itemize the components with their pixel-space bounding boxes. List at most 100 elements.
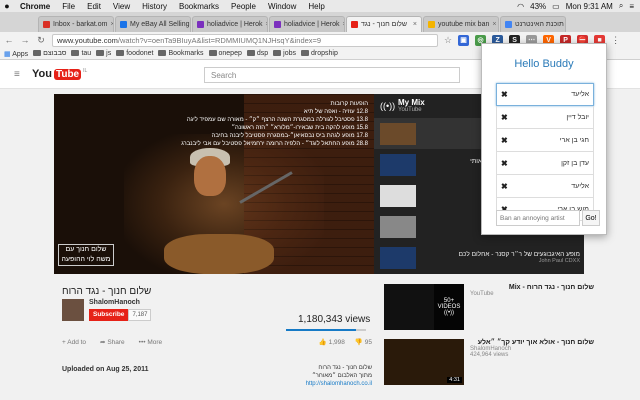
- star-icon[interactable]: ☆: [444, 35, 452, 46]
- bookmark-folder[interactable]: jobs: [273, 50, 296, 57]
- mac-menu-bar: ● Chrome File Edit View History Bookmark…: [0, 0, 640, 12]
- recommended-video[interactable]: 4:31 שלום חנוך - אולא אוך יודע קך״ ״אלע …: [384, 339, 594, 387]
- forward-icon[interactable]: →: [20, 35, 30, 45]
- heroku-icon: [274, 21, 281, 28]
- rating-group: 👍 1,998 👎 95: [319, 338, 372, 346]
- close-icon[interactable]: ×: [343, 21, 344, 28]
- browser-tab-youtube[interactable]: שלום חנוך - נגד ×: [346, 16, 422, 32]
- tab-label: תוכנת האינטרנט: [515, 21, 564, 28]
- menu-edit[interactable]: Edit: [81, 2, 107, 11]
- close-icon[interactable]: ×: [492, 21, 496, 28]
- apple-icon[interactable]: ●: [0, 1, 14, 11]
- bookmark-folder[interactable]: dsp: [246, 50, 269, 57]
- go-button[interactable]: Go!: [582, 210, 600, 226]
- recommended-info: שלום חנוך - נגד הרוח - Mix YouTube: [470, 284, 594, 332]
- youtube-logo[interactable]: You Tube IL: [32, 68, 87, 80]
- menu-history[interactable]: History: [136, 2, 173, 11]
- overlay-line: 28.8 מופע החתאל לוגד״ - הלפיה הרומה ירחמ…: [181, 141, 368, 147]
- plus-icon: +: [62, 338, 66, 346]
- logo-tube: Tube: [53, 68, 82, 80]
- browser-tab-holiadvice-1[interactable]: holiadvice | Herok ×: [192, 16, 268, 32]
- menu-bookmarks[interactable]: Bookmarks: [173, 2, 225, 11]
- mix-item[interactable]: מופע האיגבוגעים של ר״ר קסנר - אחלום לכם …: [374, 242, 584, 273]
- menu-help[interactable]: Help: [302, 2, 330, 11]
- like-count: 1,998: [328, 339, 345, 346]
- remove-icon[interactable]: ✖: [501, 159, 508, 168]
- video-player[interactable]: הופעות קרובות 12.8 עוזיה - ואפה של תיא 1…: [54, 94, 374, 274]
- search-input[interactable]: Search: [204, 67, 460, 83]
- like-ratio-fill: [286, 329, 357, 331]
- recommended-views: 424,964 views: [470, 352, 509, 358]
- close-icon[interactable]: ×: [266, 21, 267, 28]
- close-icon[interactable]: ×: [110, 21, 113, 28]
- hamburger-menu-icon[interactable]: ≡: [14, 69, 20, 80]
- menu-icon[interactable]: ⋮: [611, 35, 620, 46]
- ban-artist-input[interactable]: [496, 210, 580, 226]
- menu-app-name[interactable]: Chrome: [14, 2, 56, 11]
- browser-tab-hebrew[interactable]: תוכנת האינטרנט ×: [500, 16, 566, 32]
- browser-tab-inbox[interactable]: Inbox - barkat.om ×: [38, 16, 114, 32]
- recommended-thumbnail: 4:31: [384, 339, 464, 385]
- video-duration: 4:31: [447, 377, 462, 383]
- menu-view[interactable]: View: [107, 2, 136, 11]
- mix-thumbnail: [380, 246, 416, 269]
- remove-icon[interactable]: ✖: [501, 113, 508, 122]
- bookmark-folder[interactable]: onepep: [208, 50, 242, 57]
- browser-tab-holiadvice-2[interactable]: holiadvice | Herok ×: [269, 16, 345, 32]
- wifi-icon[interactable]: ◠: [517, 2, 524, 11]
- dislike-button[interactable]: 👎 95: [355, 338, 372, 346]
- dislike-count: 95: [364, 339, 372, 346]
- back-icon[interactable]: ←: [4, 35, 14, 45]
- apps-shortcut[interactable]: ▦ Apps: [4, 50, 28, 58]
- description-line: שלום חנוך - נגד הרוח: [318, 365, 372, 371]
- close-icon[interactable]: ×: [413, 21, 417, 28]
- bookmark-folder[interactable]: foodonet: [116, 50, 153, 57]
- bookmark-label: סבבוצם: [43, 50, 67, 57]
- battery-percent[interactable]: 43%: [530, 2, 546, 11]
- menu-file[interactable]: File: [56, 2, 81, 11]
- extension-icon-blue[interactable]: ▣: [458, 34, 470, 46]
- overlay-line: 12.8 עוזיה - ואפה של תיא: [303, 109, 368, 115]
- bookmark-folder[interactable]: js: [96, 50, 111, 57]
- folder-icon: [301, 50, 309, 57]
- bookmark-folder[interactable]: dropship: [301, 50, 338, 57]
- bookmark-label: dsp: [256, 50, 269, 57]
- more-button[interactable]: ••• More: [139, 339, 162, 346]
- browser-tab-youtube-mix-ban[interactable]: youtube mix ban ×: [423, 16, 499, 32]
- share-button[interactable]: ➦ Share: [100, 338, 125, 346]
- recommended-video[interactable]: 50+ VIDEOS ((•)) שלום חנוך - נגד הרוח - …: [384, 284, 594, 332]
- like-button[interactable]: 👍 1,998: [319, 338, 345, 346]
- channel-name[interactable]: ShalomHanoch: [89, 299, 151, 306]
- clock[interactable]: Mon 9:31 AM: [566, 2, 613, 11]
- remove-icon[interactable]: ✖: [501, 136, 508, 145]
- browser-tab-ebay[interactable]: My eBay All Selling ×: [115, 16, 191, 32]
- folder-icon: [116, 50, 125, 57]
- address-path: /watch?v=oenTa9BIuyA&list=RDMMIUMQ1NJHsq…: [117, 35, 322, 45]
- logo-you: You: [32, 68, 52, 80]
- share-icon: ➦: [100, 339, 106, 346]
- bookmark-label: jobs: [283, 50, 296, 57]
- artist-name: אליעד: [571, 182, 589, 190]
- mix-thumbnail: [380, 122, 416, 145]
- address-bar[interactable]: www.youtube.com/watch?v=oenTa9BIuyA&list…: [52, 33, 438, 47]
- ban-form: Go!: [496, 210, 602, 226]
- subscribe-button[interactable]: Subscribe 7,187: [89, 309, 152, 321]
- notification-center-icon[interactable]: ≡: [629, 2, 634, 11]
- bookmark-folder[interactable]: Bookmarks: [158, 50, 204, 57]
- bookmark-folder[interactable]: סבבוצם: [33, 50, 66, 57]
- channel-avatar[interactable]: [62, 299, 84, 321]
- remove-icon[interactable]: ✖: [501, 90, 508, 99]
- menu-people[interactable]: People: [225, 2, 262, 11]
- bookmark-label: foodonet: [126, 50, 154, 57]
- description-link[interactable]: http://shalomhanoch.co.il: [240, 380, 372, 388]
- remove-icon[interactable]: ✖: [501, 182, 508, 191]
- bookmark-folder[interactable]: tau: [71, 50, 91, 57]
- reload-icon[interactable]: ↻: [36, 35, 46, 46]
- add-to-button[interactable]: + Add to: [62, 339, 86, 346]
- battery-icon[interactable]: ▭: [552, 2, 560, 11]
- logo-country: IL: [83, 68, 88, 74]
- upload-date: Uploaded on Aug 25, 2011: [62, 366, 149, 373]
- menu-window[interactable]: Window: [262, 2, 302, 11]
- search-icon[interactable]: ⌕: [619, 1, 623, 11]
- mix-item-channel: John Paul CDXX: [538, 258, 580, 264]
